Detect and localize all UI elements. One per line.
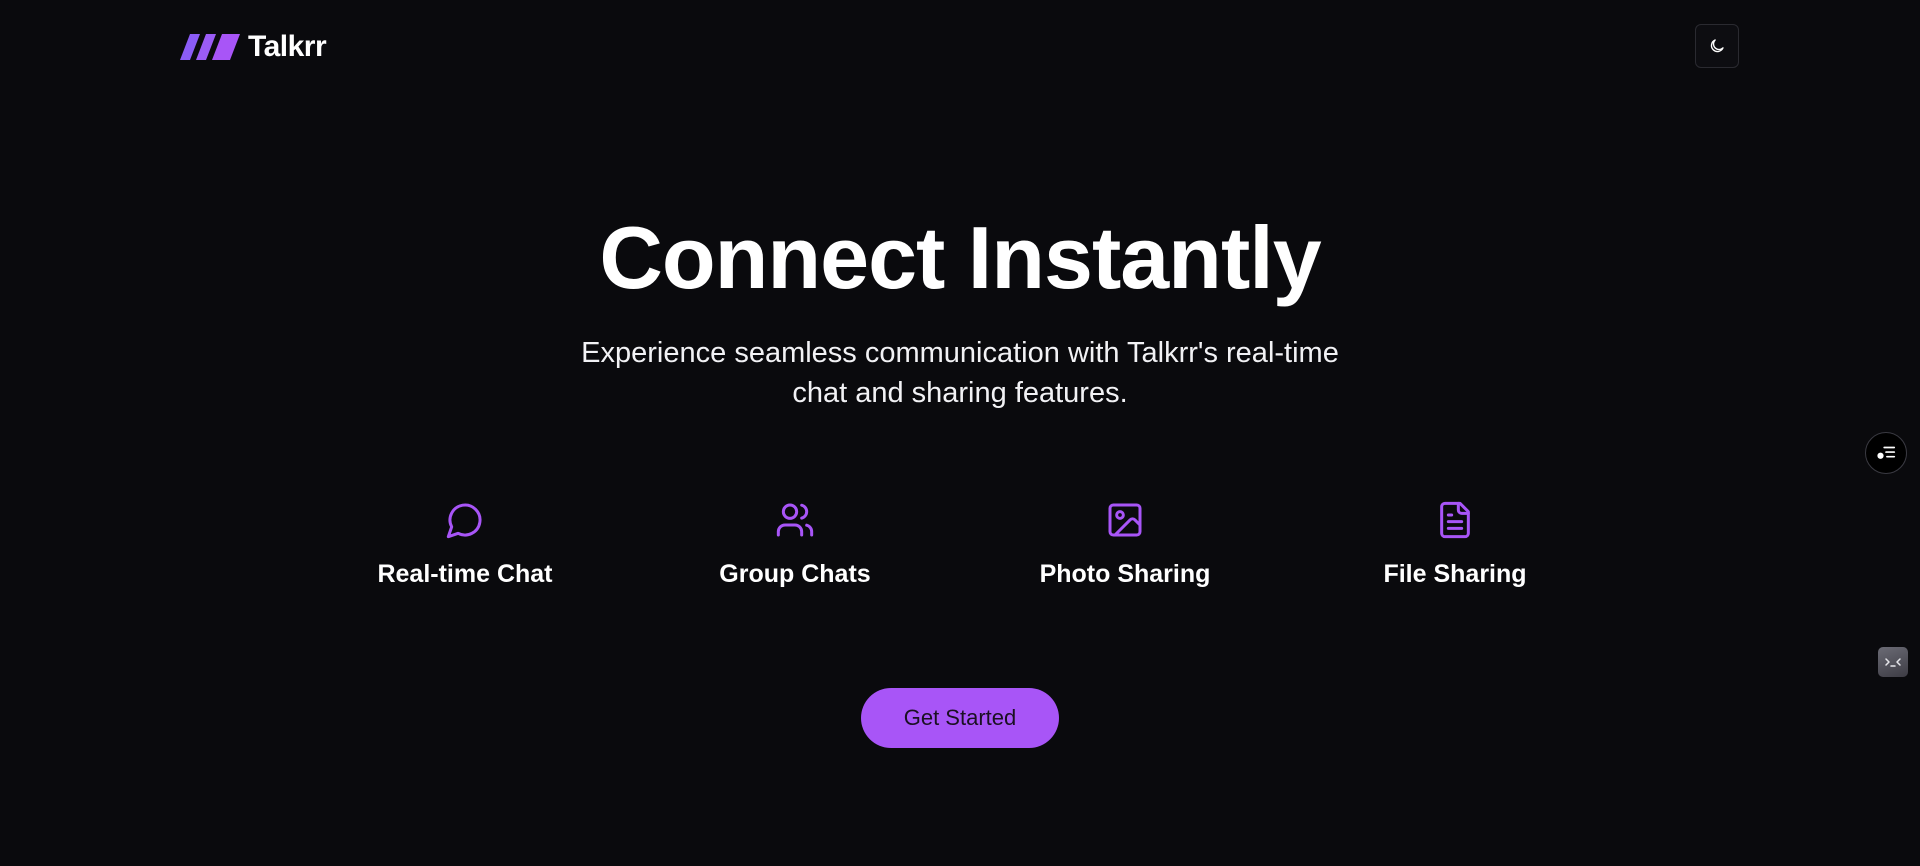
moon-icon bbox=[1710, 39, 1724, 53]
floating-toc-button[interactable] bbox=[1865, 432, 1907, 474]
file-text-icon bbox=[1435, 500, 1475, 540]
feature-label: Real-time Chat bbox=[377, 560, 553, 588]
dev-tools-icon bbox=[1885, 658, 1901, 667]
hero-title: Connect Instantly bbox=[599, 208, 1321, 307]
feature-item-file-sharing: File Sharing bbox=[1290, 500, 1620, 589]
feature-item-group-chats: Group Chats bbox=[630, 500, 960, 589]
features-row: Real-time Chat Group Chats Photo Sharing… bbox=[300, 500, 1620, 589]
brand-logo-link[interactable]: Talkrr bbox=[180, 30, 327, 64]
image-icon bbox=[1105, 500, 1145, 540]
landing-page: Talkrr Connect Instantly Experience seam… bbox=[0, 0, 1920, 866]
feature-label: File Sharing bbox=[1383, 560, 1527, 588]
feature-label: Group Chats bbox=[719, 560, 871, 588]
feature-item-realtime-chat: Real-time Chat bbox=[300, 500, 630, 589]
users-icon bbox=[775, 500, 815, 540]
slanted-bars-logo-icon bbox=[180, 34, 240, 60]
feature-item-photo-sharing: Photo Sharing bbox=[960, 500, 1290, 589]
theme-toggle-button[interactable] bbox=[1695, 24, 1739, 68]
get-started-button[interactable]: Get Started bbox=[861, 688, 1059, 748]
feature-label: Photo Sharing bbox=[1039, 560, 1211, 588]
floating-dev-tools-button[interactable] bbox=[1878, 647, 1908, 677]
hero-subtitle: Experience seamless communication with T… bbox=[581, 337, 1339, 409]
list-settings-icon bbox=[1877, 446, 1896, 459]
chat-bubble-icon bbox=[445, 500, 485, 540]
brand-name: Talkrr bbox=[248, 30, 327, 63]
